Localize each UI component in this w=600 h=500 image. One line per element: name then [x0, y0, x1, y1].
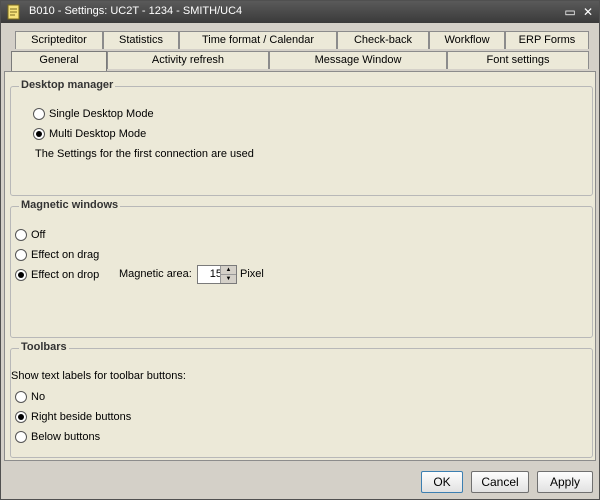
- magnetic-off-radio[interactable]: Off: [15, 227, 45, 243]
- tab-row-bottom: General Activity refresh Message Window …: [1, 51, 599, 71]
- magnetic-area-input[interactable]: [200, 268, 222, 280]
- tab-statistics[interactable]: Statistics: [103, 31, 179, 49]
- stepper-down-icon[interactable]: ▼: [220, 275, 236, 283]
- tab-time-format-calendar[interactable]: Time format / Calendar: [179, 31, 337, 49]
- title-bar[interactable]: B010 - Settings: UC2T - 1234 - SMITH/UC4…: [1, 1, 599, 23]
- labels-no-radio[interactable]: No: [15, 389, 45, 405]
- close-icon[interactable]: ✕: [581, 5, 595, 19]
- tab-general[interactable]: General: [11, 51, 107, 71]
- desktop-manager-note: The Settings for the first connection ar…: [35, 148, 254, 160]
- radio-unchecked-icon: [15, 391, 27, 403]
- radio-checked-icon: [33, 128, 45, 140]
- multi-desktop-mode-label: Multi Desktop Mode: [49, 128, 147, 140]
- tab-workflow[interactable]: Workflow: [429, 31, 505, 49]
- tab-font-settings[interactable]: Font settings: [447, 51, 589, 69]
- effect-on-drop-radio[interactable]: Effect on drop: [15, 267, 99, 283]
- ok-button[interactable]: OK: [421, 471, 463, 493]
- button-bar: OK Cancel Apply: [1, 463, 599, 499]
- general-tab-panel: Desktop manager Single Desktop Mode Mult…: [4, 71, 596, 461]
- tab-message-window[interactable]: Message Window: [269, 51, 447, 69]
- toolbars-group: Toolbars Show text labels for toolbar bu…: [10, 341, 593, 458]
- labels-below-label: Below buttons: [31, 431, 101, 443]
- single-desktop-mode-label: Single Desktop Mode: [49, 108, 154, 120]
- magnetic-area-label: Magnetic area:: [119, 268, 192, 280]
- labels-no-label: No: [31, 391, 46, 403]
- magnetic-windows-group: Magnetic windows Off Effect on drag Effe…: [10, 199, 593, 338]
- effect-on-drop-label: Effect on drop: [31, 269, 100, 281]
- desktop-manager-group: Desktop manager Single Desktop Mode Mult…: [10, 79, 593, 196]
- minimize-icon[interactable]: ▭: [563, 5, 577, 19]
- toolbars-prompt: Show text labels for toolbar buttons:: [11, 370, 186, 382]
- radio-checked-icon: [15, 269, 27, 281]
- labels-right-beside-radio[interactable]: Right beside buttons: [15, 409, 131, 425]
- magnetic-area-stepper[interactable]: ▲ ▼: [197, 265, 237, 284]
- radio-unchecked-icon: [33, 108, 45, 120]
- radio-unchecked-icon: [15, 229, 27, 241]
- tab-check-back[interactable]: Check-back: [337, 31, 429, 49]
- magnetic-area-unit: Pixel: [240, 268, 264, 280]
- desktop-manager-title: Desktop manager: [19, 79, 116, 91]
- cancel-button[interactable]: Cancel: [471, 471, 529, 493]
- effect-on-drag-label: Effect on drag: [31, 249, 100, 261]
- single-desktop-mode-radio[interactable]: Single Desktop Mode: [33, 106, 154, 122]
- tab-row-top: Scripteditor Statistics Time format / Ca…: [1, 31, 599, 50]
- settings-document-icon: [7, 4, 20, 20]
- apply-button[interactable]: Apply: [537, 471, 593, 493]
- magnetic-off-label: Off: [31, 229, 46, 241]
- window-title: B010 - Settings: UC2T - 1234 - SMITH/UC4: [29, 5, 243, 17]
- radio-checked-icon: [15, 411, 27, 423]
- labels-below-radio[interactable]: Below buttons: [15, 429, 100, 445]
- multi-desktop-mode-radio[interactable]: Multi Desktop Mode: [33, 126, 146, 142]
- toolbars-title: Toolbars: [19, 341, 69, 353]
- stepper-up-icon[interactable]: ▲: [220, 266, 236, 275]
- settings-dialog: B010 - Settings: UC2T - 1234 - SMITH/UC4…: [0, 0, 600, 500]
- tab-scripteditor[interactable]: Scripteditor: [15, 31, 103, 49]
- tab-activity-refresh[interactable]: Activity refresh: [107, 51, 269, 69]
- radio-unchecked-icon: [15, 249, 27, 261]
- radio-unchecked-icon: [15, 431, 27, 443]
- magnetic-windows-title: Magnetic windows: [19, 199, 121, 211]
- labels-right-beside-label: Right beside buttons: [31, 411, 132, 423]
- tab-erp-forms[interactable]: ERP Forms: [505, 31, 589, 49]
- effect-on-drag-radio[interactable]: Effect on drag: [15, 247, 99, 263]
